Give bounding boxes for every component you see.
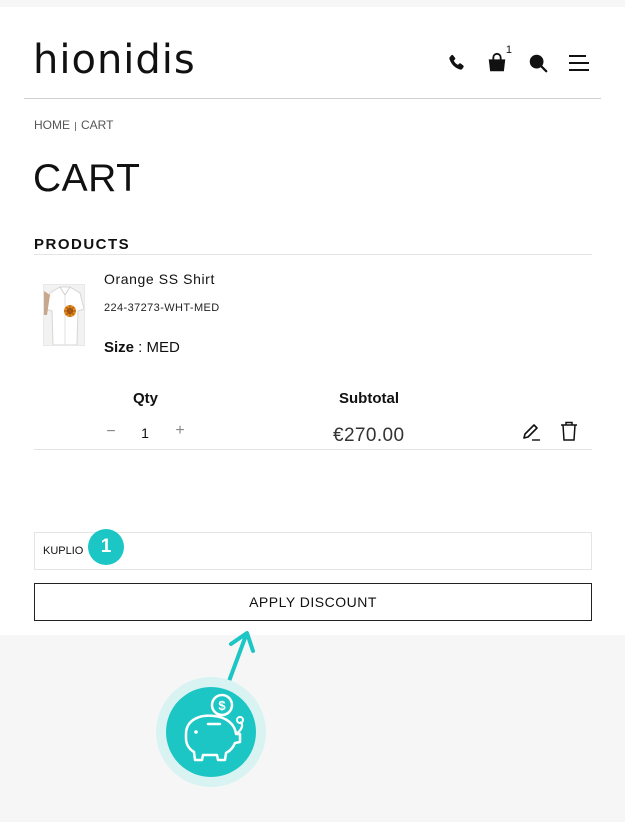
- products-heading: PRODUCTS: [34, 236, 131, 253]
- divider-top: [34, 254, 592, 255]
- svg-text:$: $: [218, 698, 226, 713]
- cart-count-badge: 1: [505, 44, 512, 56]
- page: hionidis 1 HOME CART CART PRODUCTS Orang…: [0, 7, 625, 635]
- breadcrumb-home-link[interactable]: HOME: [34, 118, 70, 132]
- breadcrumb-current: CART: [81, 118, 114, 132]
- edit-icon[interactable]: [520, 421, 542, 448]
- quantity-increase-button[interactable]: +: [172, 422, 188, 440]
- phone-icon[interactable]: [444, 51, 468, 75]
- page-title: CART: [33, 157, 141, 200]
- savings-illustration: $: [150, 612, 280, 797]
- subtotal-price: €270.00: [333, 425, 405, 446]
- subtotal-heading: Subtotal: [339, 390, 399, 407]
- size-label: Size: [104, 339, 135, 356]
- shopping-bag-icon[interactable]: 1: [485, 44, 512, 75]
- product-sku: 224-37273-WHT-MED: [104, 302, 220, 314]
- qty-heading: Qty: [133, 390, 159, 407]
- quantity-decrease-button[interactable]: −: [103, 423, 119, 441]
- quantity-value[interactable]: 1: [138, 425, 152, 441]
- search-icon[interactable]: [526, 51, 550, 75]
- product-size: Size : MED: [104, 339, 180, 356]
- site-header: hionidis 1: [24, 7, 601, 99]
- breadcrumb-separator: [75, 121, 76, 131]
- product-name[interactable]: Orange SS Shirt: [104, 271, 215, 287]
- logo[interactable]: hionidis: [33, 37, 196, 83]
- apply-discount-button[interactable]: APPLY DISCOUNT: [34, 583, 592, 621]
- menu-icon[interactable]: [567, 51, 591, 75]
- top-strip: [0, 0, 625, 7]
- product-image[interactable]: [43, 284, 85, 346]
- divider-bottom: [34, 449, 592, 450]
- step-badge: 1: [88, 529, 124, 565]
- trash-icon[interactable]: [559, 420, 579, 447]
- breadcrumb: HOME CART: [34, 118, 113, 132]
- size-separator: :: [134, 339, 147, 356]
- size-value: MED: [146, 339, 180, 356]
